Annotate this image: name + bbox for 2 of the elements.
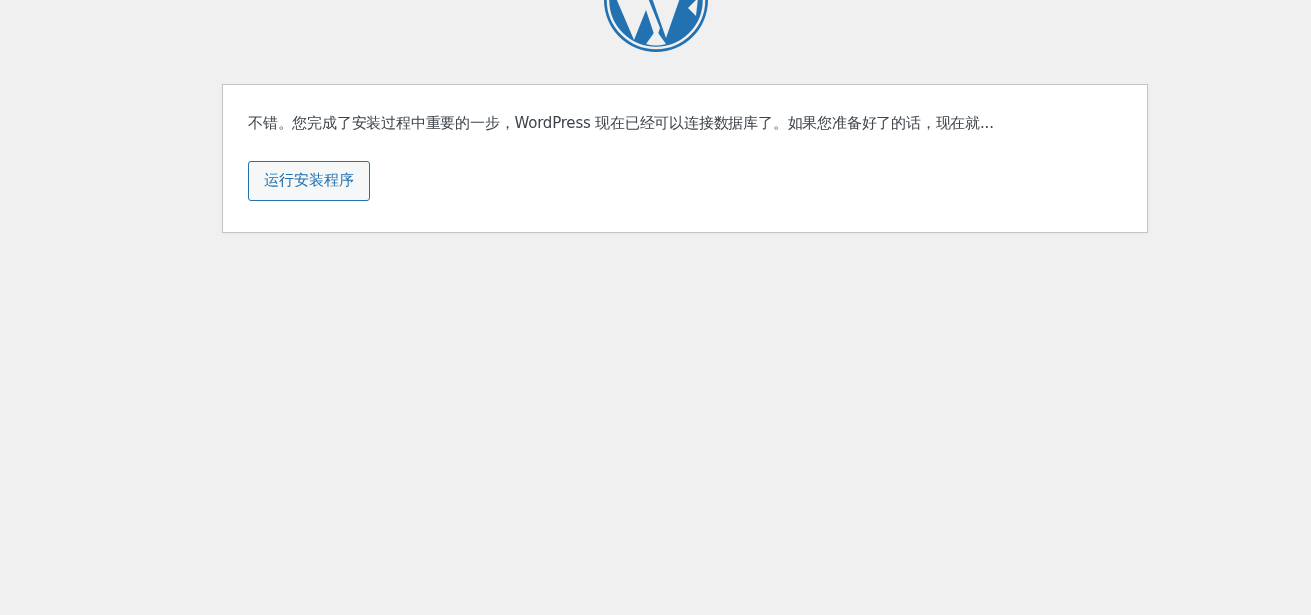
run-install-button[interactable]: 运行安装程序: [248, 160, 370, 201]
message-text: 不错。您完成了安装过程中重要的一步，WordPress 现在已经可以连接数据库了。如果您准备好了的话，现在就...: [248, 113, 995, 134]
